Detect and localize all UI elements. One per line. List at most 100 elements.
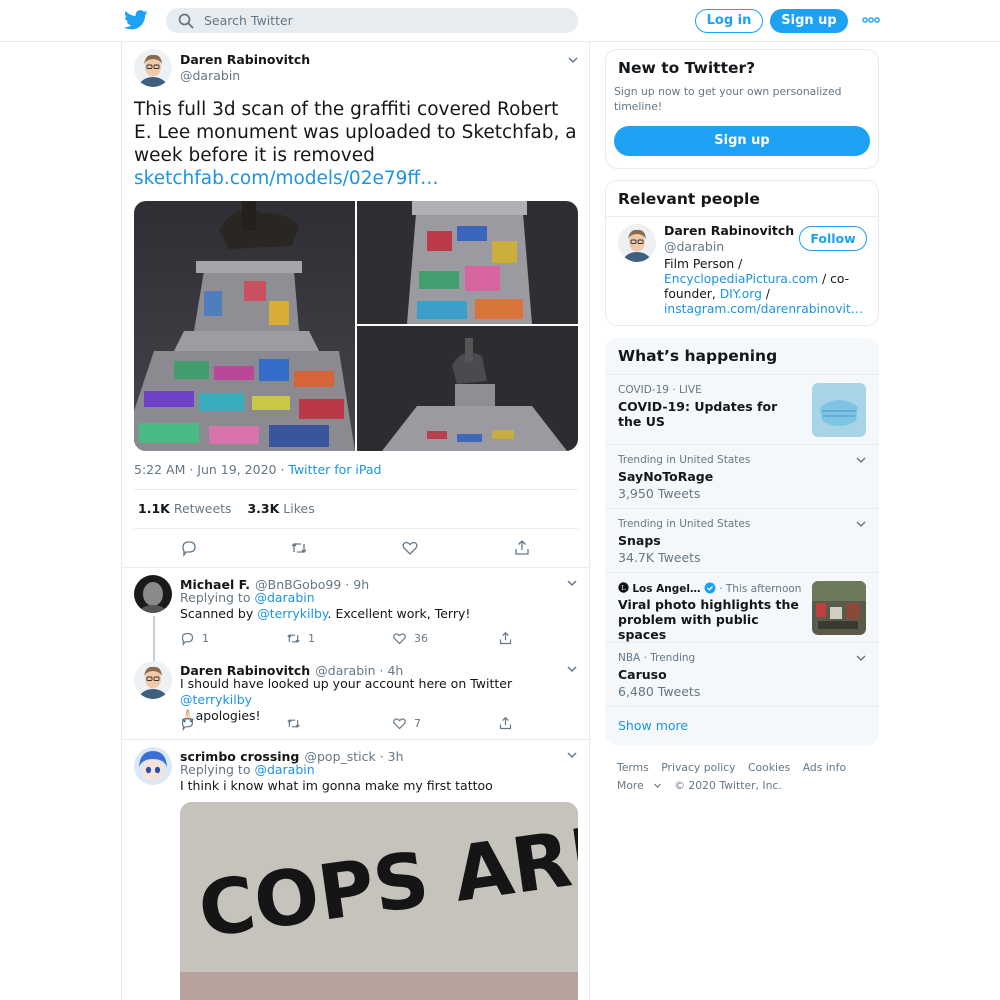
retweets-label[interactable]: Retweets (174, 501, 232, 516)
tweet-text: This full 3d scan of the graffiti covere… (134, 98, 579, 190)
bio-text: / (761, 287, 770, 301)
relevant-people-card: Relevant people Daren Rabinovitch @darab… (605, 180, 879, 326)
public-space-thumbnail (812, 581, 866, 635)
tweet-timestamp: 5:22 AM · Jun 19, 2020 · Twitter for iPa… (134, 462, 381, 477)
card-title: What’s happening (618, 347, 778, 365)
replying-to-link[interactable]: @darabin (254, 590, 314, 605)
share-icon[interactable] (498, 716, 513, 731)
bio-link[interactable]: DIY.org (720, 287, 762, 301)
chevron-down-icon[interactable] (565, 576, 579, 590)
divider (122, 567, 589, 568)
ads-info-link[interactable]: Ads info (803, 761, 846, 774)
search-icon (178, 13, 194, 29)
like-icon[interactable] (392, 716, 407, 731)
trend-meta: Trending in United States (618, 454, 751, 466)
author-name[interactable]: Daren Rabinovitch (180, 52, 310, 67)
card-text: Sign up now to get your own personalized… (614, 85, 842, 113)
trend-title: Caruso (618, 667, 667, 682)
divider (134, 528, 578, 529)
terms-link[interactable]: Terms (617, 761, 649, 774)
trend-item[interactable]: L Los Angel… · This afternoon Viral phot… (606, 572, 878, 642)
show-more-link[interactable]: Show more (618, 718, 688, 733)
more-menu[interactable]: More (617, 779, 662, 792)
replying-to: Replying to @darabin (180, 590, 315, 606)
tweet-time[interactable]: 5:22 AM · Jun 19, 2020 · (134, 462, 288, 477)
reply-count: 1 (202, 632, 209, 645)
reply-time[interactable]: · 3h (376, 749, 404, 764)
likes-label[interactable]: Likes (283, 501, 314, 516)
graffiti-photo[interactable]: COPS ARE SIMPS (180, 802, 578, 1000)
divider (134, 489, 578, 490)
bio-link[interactable]: instagram.com/darenrabinovit… (664, 302, 863, 316)
retweets-count[interactable]: 1.1K (138, 501, 170, 516)
chevron-down-icon[interactable] (854, 453, 868, 467)
twitter-logo-icon[interactable] (124, 9, 148, 31)
retweet-icon[interactable] (286, 631, 301, 646)
like-count: 36 (414, 632, 428, 645)
trend-item[interactable]: Trending in United States SayNoToRage 3,… (606, 444, 878, 508)
svg-text:L: L (622, 585, 626, 592)
reply-text: I think i know what im gonna make my fir… (180, 778, 493, 793)
tweet-source-link[interactable]: Twitter for iPad (288, 462, 381, 477)
trend-title: Snaps (618, 533, 661, 548)
tweet-body: This full 3d scan of the graffiti covere… (134, 99, 577, 166)
chevron-down-icon[interactable] (653, 781, 662, 790)
mention-link[interactable]: @terrykilby (257, 606, 327, 621)
like-icon[interactable] (392, 631, 407, 646)
tweet-link[interactable]: sketchfab.com/models/02e79ff… (134, 168, 439, 189)
avatar[interactable] (134, 661, 172, 699)
like-icon[interactable] (401, 539, 419, 557)
person-name[interactable]: Daren Rabinovitch (664, 223, 794, 238)
trend-item[interactable]: NBA · Trending Caruso 6,480 Tweets (606, 642, 878, 706)
privacy-link[interactable]: Privacy policy (661, 761, 735, 774)
card-title: New to Twitter? (618, 59, 756, 77)
chevron-down-icon[interactable] (566, 53, 580, 67)
reply-text-part: . Excellent work, Terry! (327, 606, 471, 621)
more-label[interactable]: More (617, 779, 644, 792)
face-mask-thumbnail (812, 383, 866, 437)
replying-to-link[interactable]: @darabin (254, 762, 314, 777)
search-input[interactable] (204, 10, 564, 31)
cookies-link[interactable]: Cookies (748, 761, 790, 774)
trend-item[interactable]: COVID-19 · LIVE COVID-19: Updates for th… (606, 374, 878, 444)
login-button[interactable]: Log in (695, 9, 763, 33)
trend-meta: NBA · Trending (618, 652, 696, 664)
reply-time[interactable]: · 9h (341, 577, 369, 592)
monument-photo-1[interactable] (134, 201, 355, 451)
replying-to-label: Replying to (180, 590, 255, 605)
mention-link[interactable]: @terrykilby (180, 692, 252, 707)
monument-photo-2[interactable] (357, 201, 578, 324)
search-bar[interactable] (166, 8, 578, 33)
chevron-down-icon[interactable] (565, 748, 579, 762)
share-icon[interactable] (513, 539, 531, 557)
follow-button[interactable]: Follow (799, 226, 867, 251)
bio-text: Film Person / (664, 257, 743, 271)
ellipsis-icon[interactable] (861, 10, 881, 30)
replying-to: Replying to @darabin (180, 762, 315, 778)
signup-button[interactable]: Sign up (770, 9, 848, 33)
avatar[interactable] (618, 224, 656, 262)
author-handle[interactable]: @darabin (180, 68, 240, 83)
reply-media[interactable]: COPS ARE SIMPS (180, 802, 578, 1000)
avatar[interactable] (134, 747, 172, 785)
reply-author-handle[interactable]: @pop_stick (304, 749, 375, 764)
chevron-down-icon[interactable] (854, 651, 868, 665)
bio-link[interactable]: EncyclopediaPictura.com (664, 272, 818, 286)
reply-icon[interactable] (180, 539, 198, 557)
avatar[interactable] (134, 575, 172, 613)
chevron-down-icon[interactable] (565, 662, 579, 676)
chevron-down-icon[interactable] (854, 517, 868, 531)
retweet-icon[interactable] (290, 539, 308, 557)
monument-photo-3[interactable] (357, 326, 578, 451)
reply-icon[interactable] (180, 716, 195, 731)
trend-item[interactable]: Trending in United States Snaps 34.7K Tw… (606, 508, 878, 572)
show-more-row[interactable]: Show more (606, 706, 878, 744)
retweet-icon[interactable] (286, 716, 301, 731)
reply-text-part: Scanned by (180, 606, 258, 621)
sidebar-signup-button[interactable]: Sign up (614, 126, 870, 156)
avatar[interactable] (134, 49, 172, 87)
person-handle[interactable]: @darabin (664, 239, 724, 254)
likes-count[interactable]: 3.3K (247, 501, 279, 516)
reply-icon[interactable] (180, 631, 195, 646)
share-icon[interactable] (498, 631, 513, 646)
